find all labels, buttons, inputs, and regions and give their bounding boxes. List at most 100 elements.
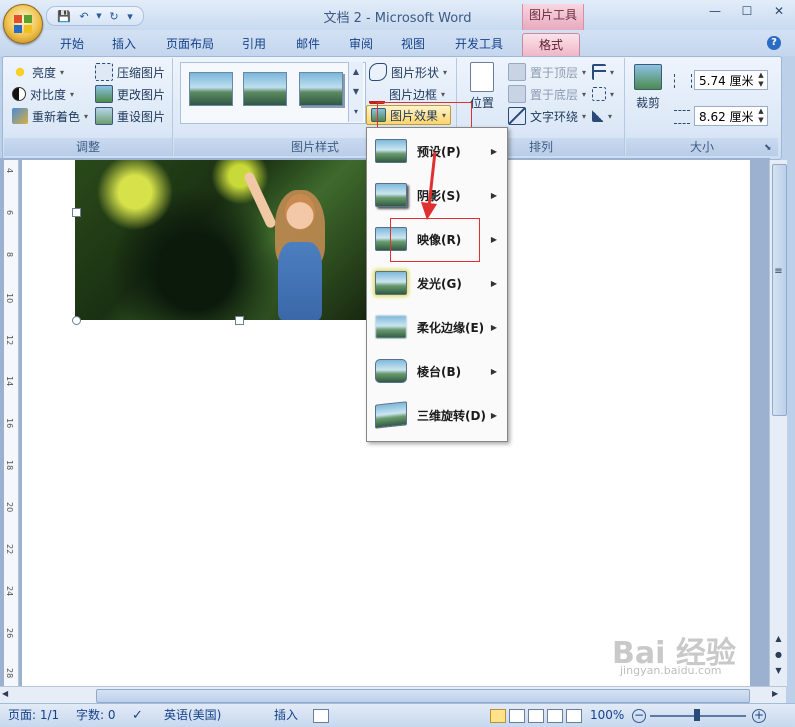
tab-mailings[interactable]: 邮件: [288, 33, 328, 55]
draft-view-icon[interactable]: [566, 708, 582, 723]
ruler-mark: 26: [5, 628, 14, 639]
compress-icon: [95, 63, 113, 81]
submenu-arrow-icon: ▶: [490, 366, 497, 376]
document-title: 文档 2 - Microsoft Word: [323, 11, 472, 26]
vertical-scroll-thumb[interactable]: [772, 164, 787, 416]
web-layout-icon[interactable]: [528, 708, 544, 723]
picture-style-thumb[interactable]: [243, 72, 287, 106]
window-controls: — ☐ ✕: [699, 0, 795, 24]
resize-handle[interactable]: [72, 208, 81, 217]
proofing-icon[interactable]: ✓: [132, 707, 143, 724]
picture-styles-gallery: [180, 62, 366, 124]
picture-shape-icon: [369, 63, 387, 81]
office-button[interactable]: [3, 4, 43, 44]
gallery-up-icon[interactable]: ▲: [349, 62, 363, 82]
ruler-toggle-icon[interactable]: ≡: [773, 266, 784, 278]
size-dialog-launcher-icon[interactable]: ⬊: [764, 143, 772, 153]
macro-record-icon[interactable]: [313, 709, 329, 723]
minimize-button[interactable]: —: [699, 0, 731, 22]
menu-item-glow[interactable]: 发光(G) ▶: [369, 262, 505, 304]
horizontal-scroll-thumb[interactable]: [96, 689, 750, 703]
prev-page-icon[interactable]: ▲: [773, 634, 784, 646]
zoom-in-icon[interactable]: +: [752, 709, 766, 723]
contrast-button[interactable]: 对比度 ▾: [12, 84, 74, 104]
gallery-more-icon[interactable]: ▾: [349, 102, 363, 122]
ruler-mark: 22: [5, 544, 14, 555]
submenu-arrow-icon: ▶: [490, 234, 497, 244]
menu-item-3d-rotation[interactable]: 三维旋转(D) ▶: [369, 394, 505, 436]
zoom-out-icon[interactable]: −: [632, 709, 646, 723]
next-page-icon[interactable]: ▼: [773, 666, 784, 678]
close-button[interactable]: ✕: [763, 0, 795, 22]
ruler-mark: 10: [5, 293, 14, 304]
picture-border-button[interactable]: 图片边框 ▾: [369, 84, 445, 104]
rotate-button[interactable]: ▾: [592, 106, 612, 126]
picture-shape-button[interactable]: 图片形状 ▾: [369, 62, 447, 82]
position-icon: [470, 62, 494, 92]
vertical-scrollbar[interactable]: ≡ ▲ ● ▼: [769, 160, 787, 686]
recolor-button[interactable]: 重新着色 ▾: [12, 106, 88, 126]
picture-style-thumb[interactable]: [299, 72, 343, 106]
tab-developer[interactable]: 开发工具: [448, 33, 510, 55]
text-wrapping-button[interactable]: 文字环绕 ▾: [508, 106, 586, 126]
compress-pictures-button[interactable]: 压缩图片: [95, 62, 165, 82]
resize-handle[interactable]: [235, 316, 244, 325]
position-button[interactable]: 位置: [470, 62, 494, 122]
width-input[interactable]: 8.62 厘米 ▲ ▼: [694, 106, 768, 126]
tab-references[interactable]: 引用: [234, 33, 274, 55]
resize-handle[interactable]: [72, 316, 81, 325]
picture-tools-title: 图片工具: [522, 4, 584, 30]
width-spinner[interactable]: ▲ ▼: [755, 107, 767, 125]
submenu-arrow-icon: ▶: [490, 146, 497, 156]
send-to-back-button[interactable]: 置于底层 ▾: [508, 84, 586, 104]
bring-front-icon: [508, 63, 526, 81]
status-insert-mode[interactable]: 插入: [274, 707, 298, 724]
gallery-down-icon[interactable]: ▼: [349, 82, 363, 102]
tab-insert[interactable]: 插入: [104, 33, 144, 55]
width-icon: [674, 110, 690, 124]
tab-view[interactable]: 视图: [393, 33, 433, 55]
status-word-count[interactable]: 字数: 0: [76, 707, 116, 724]
horizontal-scrollbar[interactable]: ◀ ▶: [0, 686, 786, 704]
full-screen-reading-icon[interactable]: [509, 708, 525, 723]
zoom-slider-thumb[interactable]: [694, 709, 700, 721]
selected-picture[interactable]: [75, 160, 375, 320]
picture-border-icon: [369, 85, 385, 104]
bevel-icon: [375, 359, 407, 383]
zoom-level[interactable]: 100%: [590, 707, 624, 724]
status-language[interactable]: 英语(美国): [164, 707, 221, 724]
brightness-icon: [12, 64, 28, 80]
scroll-right-icon[interactable]: ▶: [772, 689, 778, 698]
tab-home[interactable]: 开始: [52, 33, 92, 55]
align-button[interactable]: ▾: [592, 62, 614, 82]
height-icon: [674, 74, 692, 88]
group-objects-button[interactable]: ▾: [592, 84, 614, 104]
height-spinner[interactable]: ▲ ▼: [755, 71, 767, 89]
help-icon[interactable]: ?: [767, 36, 781, 50]
submenu-arrow-icon: ▶: [490, 190, 497, 200]
height-input[interactable]: 5.74 厘米 ▲ ▼: [694, 70, 768, 90]
tab-format[interactable]: 格式: [522, 33, 580, 56]
tab-page-layout[interactable]: 页面布局: [160, 33, 220, 55]
status-page[interactable]: 页面: 1/1: [8, 707, 59, 724]
rotate-icon: [592, 110, 604, 122]
crop-button[interactable]: 裁剪: [634, 64, 662, 116]
outline-view-icon[interactable]: [547, 708, 563, 723]
office-logo-icon: [14, 15, 32, 33]
browse-object-icon[interactable]: ●: [773, 650, 784, 662]
ruler-mark: 14: [5, 376, 14, 387]
tab-review[interactable]: 审阅: [341, 33, 381, 55]
scroll-left-icon[interactable]: ◀: [2, 689, 8, 698]
picture-style-thumb[interactable]: [189, 72, 233, 106]
bring-to-front-button[interactable]: 置于顶层 ▾: [508, 62, 586, 82]
reset-picture-button[interactable]: 重设图片: [95, 106, 165, 126]
menu-item-bevel[interactable]: 棱台(B) ▶: [369, 350, 505, 392]
ruler-mark: 4: [5, 168, 14, 174]
picture-detail: [242, 170, 278, 230]
brightness-button[interactable]: 亮度 ▾: [12, 62, 64, 82]
maximize-button[interactable]: ☐: [731, 0, 763, 22]
change-picture-button[interactable]: 更改图片: [95, 84, 165, 104]
print-layout-icon[interactable]: [490, 708, 506, 723]
menu-item-soft-edges[interactable]: 柔化边缘(E) ▶: [369, 306, 505, 348]
3d-rotation-icon: [375, 401, 407, 429]
